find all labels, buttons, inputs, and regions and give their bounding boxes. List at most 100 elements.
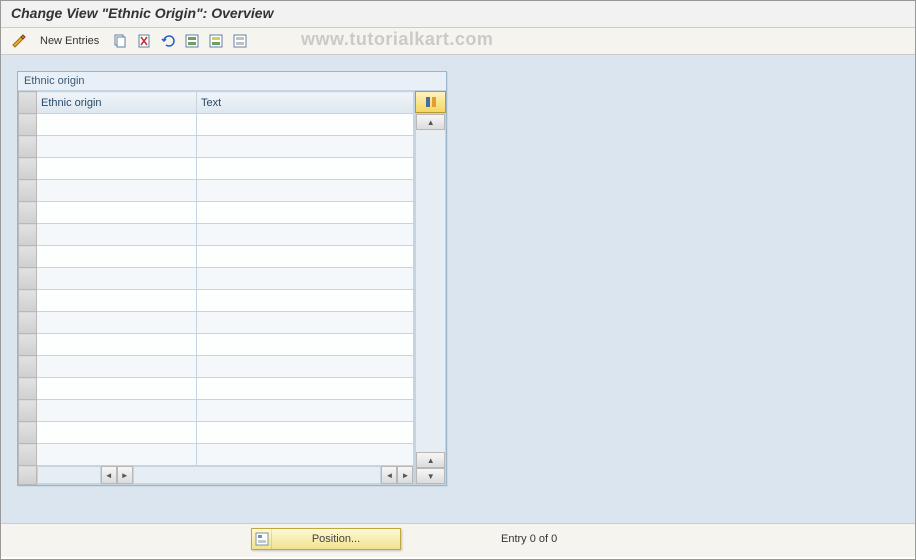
cell-ethnic-origin[interactable] [37,268,197,290]
table-row [19,400,414,422]
hscroll-corner [19,466,37,485]
cell-ethnic-origin[interactable] [37,224,197,246]
delete-icon[interactable] [134,31,154,51]
content-area: Ethnic origin Ethnic origin Text [1,55,915,557]
table-row [19,158,414,180]
table-row [19,180,414,202]
row-selector[interactable] [19,268,37,290]
cell-ethnic-origin[interactable] [37,378,197,400]
footer-bar: Position... Entry 0 of 0 [1,523,915,557]
cell-ethnic-origin[interactable] [37,422,197,444]
row-selector[interactable] [19,334,37,356]
cell-text[interactable] [197,114,414,136]
row-selector[interactable] [19,400,37,422]
row-selector[interactable] [19,180,37,202]
vscroll-down-icon[interactable]: ▼ [416,468,445,484]
row-selector[interactable] [19,246,37,268]
position-label: Position... [272,533,400,545]
cell-text[interactable] [197,334,414,356]
cell-ethnic-origin[interactable] [37,136,197,158]
row-selector[interactable] [19,114,37,136]
row-selector[interactable] [19,422,37,444]
cell-ethnic-origin[interactable] [37,158,197,180]
new-entries-label: New Entries [40,35,99,47]
cell-text[interactable] [197,136,414,158]
cell-text[interactable] [197,378,414,400]
cell-text[interactable] [197,422,414,444]
row-selector[interactable] [19,444,37,466]
column-header-text[interactable]: Text [197,92,414,114]
entry-count-text: Entry 0 of 0 [501,533,557,545]
row-selector[interactable] [19,136,37,158]
hscroll-right2-icon[interactable]: ► [397,466,413,484]
cell-ethnic-origin[interactable] [37,114,197,136]
vscroll-up-icon[interactable]: ▲ [416,114,445,130]
cell-ethnic-origin[interactable] [37,334,197,356]
select-all-icon[interactable] [182,31,202,51]
row-selector[interactable] [19,158,37,180]
row-selector[interactable] [19,202,37,224]
cell-text[interactable] [197,400,414,422]
table-row [19,246,414,268]
position-button[interactable]: Position... [251,528,401,550]
table-row [19,224,414,246]
cell-ethnic-origin[interactable] [37,356,197,378]
cell-text[interactable] [197,224,414,246]
vertical-scrollbar[interactable]: ▲ ▲ ▼ [415,113,446,485]
toggle-change-icon[interactable] [9,31,29,51]
title-bar: Change View "Ethnic Origin": Overview [1,1,915,28]
column-header-ethnic-origin[interactable]: Ethnic origin [37,92,197,114]
hscroll-left-icon[interactable]: ◄ [101,466,117,484]
cell-ethnic-origin[interactable] [37,202,197,224]
ethnic-origin-panel: Ethnic origin Ethnic origin Text [17,71,447,486]
table-row [19,422,414,444]
select-all-rows-header[interactable] [19,92,37,114]
panel-title: Ethnic origin [18,72,446,91]
table-row [19,444,414,466]
cell-text[interactable] [197,312,414,334]
cell-text[interactable] [197,290,414,312]
table-row [19,202,414,224]
table-row [19,356,414,378]
cell-text[interactable] [197,356,414,378]
cell-text[interactable] [197,158,414,180]
cell-ethnic-origin[interactable] [37,180,197,202]
cell-text[interactable] [197,444,414,466]
new-entries-button[interactable]: New Entries [33,31,106,51]
table-row [19,378,414,400]
table-row [19,334,414,356]
data-grid: Ethnic origin Text ◄ ► [18,91,414,485]
table-row [19,290,414,312]
cell-ethnic-origin[interactable] [37,290,197,312]
vscroll-up2-icon[interactable]: ▲ [416,452,445,468]
deselect-all-icon[interactable] [230,31,250,51]
horizontal-scrollbar[interactable]: ◄ ► ◄ ► [37,466,413,484]
cell-ethnic-origin[interactable] [37,312,197,334]
undo-icon[interactable] [158,31,178,51]
row-selector[interactable] [19,312,37,334]
row-selector[interactable] [19,356,37,378]
table-row [19,136,414,158]
row-selector[interactable] [19,224,37,246]
hscroll-right-icon[interactable]: ► [117,466,133,484]
table-row [19,268,414,290]
hscroll-left2-icon[interactable]: ◄ [381,466,397,484]
cell-ethnic-origin[interactable] [37,444,197,466]
toolbar: New Entries www.tutorialkart.com [1,28,915,55]
cell-ethnic-origin[interactable] [37,246,197,268]
table-row [19,312,414,334]
table-row [19,114,414,136]
position-icon [252,529,272,549]
cell-text[interactable] [197,268,414,290]
watermark-text: www.tutorialkart.com [301,29,493,50]
row-selector[interactable] [19,290,37,312]
cell-text[interactable] [197,202,414,224]
page-title: Change View "Ethnic Origin": Overview [11,5,273,21]
cell-ethnic-origin[interactable] [37,400,197,422]
table-settings-button[interactable] [415,91,446,113]
select-block-icon[interactable] [206,31,226,51]
cell-text[interactable] [197,246,414,268]
cell-text[interactable] [197,180,414,202]
row-selector[interactable] [19,378,37,400]
copy-as-icon[interactable] [110,31,130,51]
